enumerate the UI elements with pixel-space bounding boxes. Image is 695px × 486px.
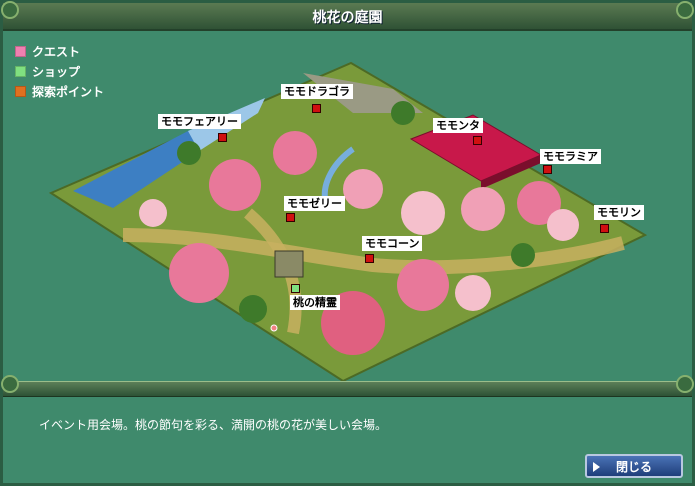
quest-marker-icon[interactable] — [312, 104, 321, 113]
poi-label-momojelly[interactable]: モモゼリー — [284, 196, 345, 211]
poi-label-momorin[interactable]: モモリン — [594, 205, 644, 220]
corner-ornament-icon — [1, 375, 19, 393]
poi-label-momocorn[interactable]: モモコーン — [362, 236, 423, 251]
quest-marker-icon[interactable] — [365, 254, 374, 263]
poi-label-momolamia[interactable]: モモラミア — [540, 149, 601, 164]
quest-marker-icon[interactable] — [218, 133, 227, 142]
map-window: 桃花の庭園 クエスト ショップ 探索ポイント モモドラゴラ モモフェアリー モモ… — [0, 0, 695, 486]
legend-item-shop: ショップ — [15, 61, 104, 81]
divider — [3, 381, 692, 397]
legend-swatch — [15, 85, 26, 97]
play-arrow-icon — [593, 462, 600, 472]
gazebo — [274, 250, 304, 278]
poi-label-momonta[interactable]: モモンタ — [433, 118, 483, 133]
poi-label-momofairy[interactable]: モモフェアリー — [158, 114, 241, 129]
explore-point-marker — [270, 324, 278, 332]
quest-marker-icon[interactable] — [286, 213, 295, 222]
corner-ornament-icon — [676, 375, 694, 393]
area-description: イベント用会場。桃の節句を彩る、満開の桃の花が美しい会場。 — [39, 418, 388, 432]
close-button[interactable]: 閉じる — [585, 454, 683, 478]
close-button-label: 閉じる — [615, 459, 652, 474]
isometric-map — [48, 61, 648, 383]
quest-marker-icon[interactable] — [473, 136, 482, 145]
legend-item-quest: クエスト — [15, 41, 104, 61]
quest-marker-icon[interactable] — [600, 224, 609, 233]
poi-label-momodragora[interactable]: モモドラゴラ — [281, 84, 353, 99]
shop-marker-icon[interactable] — [291, 284, 300, 293]
legend-swatch — [15, 45, 26, 57]
legend-swatch — [15, 65, 26, 77]
legend: クエスト ショップ 探索ポイント — [15, 41, 104, 101]
poi-label-peach-spirit[interactable]: 桃の精霊 — [290, 295, 340, 310]
legend-item-explore: 探索ポイント — [15, 81, 104, 101]
quest-marker-icon[interactable] — [543, 165, 552, 174]
